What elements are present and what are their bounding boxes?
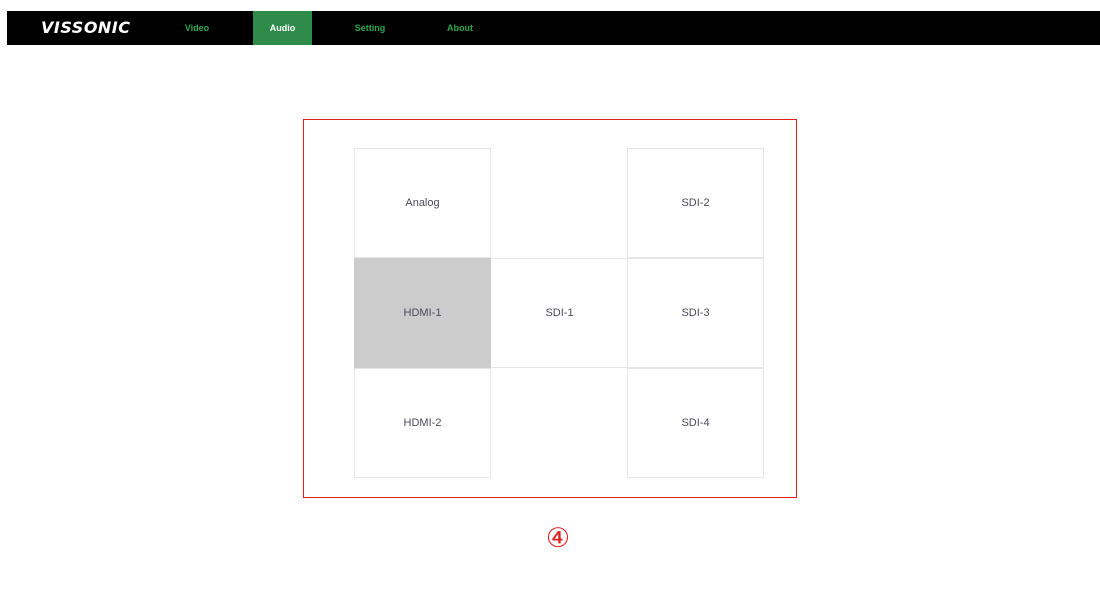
audio-source-hdmi-2[interactable]: HDMI-2 xyxy=(354,368,491,478)
nav-tab-about[interactable]: About xyxy=(432,11,488,45)
vissonic-logo: VISSONIC xyxy=(41,18,131,37)
nav-tab-video[interactable]: Video xyxy=(167,11,227,45)
audio-source-sdi-4[interactable]: SDI-4 xyxy=(627,368,764,478)
annotation-marker-4: ④ xyxy=(545,523,571,554)
audio-source-hdmi-1[interactable]: HDMI-1 xyxy=(354,258,491,368)
nav-tab-audio[interactable]: Audio xyxy=(253,11,312,45)
audio-source-sdi-3[interactable]: SDI-3 xyxy=(627,258,764,368)
page: VISSONIC Video Audio Setting About Analo… xyxy=(0,0,1100,608)
nav-tab-setting[interactable]: Setting xyxy=(340,11,400,45)
audio-source-analog[interactable]: Analog xyxy=(354,148,491,258)
audio-source-sdi-1[interactable]: SDI-1 xyxy=(491,258,628,368)
top-navigation-bar: VISSONIC Video Audio Setting About xyxy=(7,11,1100,45)
audio-source-sdi-2[interactable]: SDI-2 xyxy=(627,148,764,258)
